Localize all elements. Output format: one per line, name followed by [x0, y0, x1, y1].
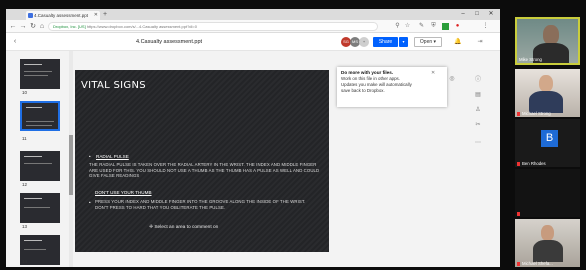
new-tab-button[interactable]: +	[103, 10, 107, 20]
slide-thumbnail[interactable]	[20, 193, 60, 223]
slide-thumbnail-selected[interactable]	[20, 101, 60, 131]
person-icon[interactable]: ♙	[474, 106, 482, 114]
shield-icon[interactable]: ⛨	[430, 23, 437, 30]
close-icon[interactable]: ✕	[431, 70, 435, 76]
slide-number: 11	[22, 136, 27, 141]
slide-number: 12	[22, 182, 28, 187]
browser-window: 4.Casualty assessment.ppt ✕ + – □ ✕ ← → …	[6, 9, 500, 267]
collapse-panel-icon[interactable]: ⇥	[476, 38, 484, 46]
participant-name	[517, 211, 522, 216]
tab-close-icon[interactable]: ✕	[94, 11, 98, 20]
info-icon[interactable]: ⓘ	[474, 76, 482, 84]
participant-face	[541, 225, 554, 241]
add-person-icon[interactable]: +	[359, 37, 369, 47]
participant-name: Michael Shefa...	[517, 261, 553, 266]
zoom-icon[interactable]: ⚲	[394, 23, 401, 30]
red-extension-icon[interactable]: ●	[454, 23, 461, 30]
popup-body: Work on this file in other apps. Updates…	[341, 76, 412, 93]
dropbox-favicon-icon	[28, 13, 33, 18]
mic-muted-icon	[517, 211, 520, 216]
forward-icon[interactable]: →	[18, 20, 28, 33]
participant-face	[539, 75, 553, 92]
video-tile-active[interactable]: Mike Strong	[515, 17, 580, 65]
slide-canvas[interactable]: VITAL SIGNS • Radial Pulse The radial pul…	[75, 70, 329, 252]
mic-muted-icon	[517, 111, 520, 116]
video-tile[interactable]: Michael Strong	[515, 69, 580, 117]
document-title: 4.Casualty assessment.ppt	[136, 39, 203, 45]
share-dropdown-icon[interactable]: ▾	[399, 37, 408, 47]
slide-number: 13	[22, 224, 28, 229]
back-chevron-icon[interactable]: ‹	[10, 33, 20, 51]
participant-body	[533, 240, 563, 262]
do-more-popup: Do more with your files. Work on this fi…	[337, 67, 447, 107]
bookmark-star-icon[interactable]: ☆	[404, 23, 411, 30]
mic-muted-icon	[517, 161, 520, 166]
notification-bell-icon[interactable]: 🔔	[454, 38, 462, 46]
more-icon[interactable]: ⋯	[474, 139, 482, 147]
minimize-button[interactable]: –	[456, 9, 470, 19]
slide-number: 10	[22, 90, 28, 95]
browser-tab[interactable]: 4.Casualty assessment.ppt ✕	[26, 11, 100, 20]
tools-icon[interactable]: ✂	[474, 121, 482, 129]
slide-bullet: •	[89, 200, 91, 205]
slide-heading-thumb: Don't Use Your Thumb	[95, 190, 152, 195]
slide-paragraph-1: The radial pulse is taken over the radia…	[89, 162, 320, 179]
participant-name: Ben Rhodes	[517, 161, 546, 166]
maximize-button[interactable]: □	[470, 9, 484, 19]
green-extension-icon[interactable]	[442, 23, 449, 30]
settings-circle-icon[interactable]: ◎	[448, 75, 456, 83]
comment-icon[interactable]: ▤	[474, 91, 482, 99]
video-tile[interactable]	[515, 169, 580, 217]
participant-name: Michael Strong	[517, 111, 551, 116]
home-icon[interactable]: ⌂	[37, 20, 47, 33]
dropbox-header: ‹ 4.Casualty assessment.ppt SG MS + Shar…	[6, 33, 500, 51]
url-input[interactable]: Dropbox, Inc. [US] https://www.dropbox.c…	[48, 22, 378, 31]
url-text: https://www.dropbox.com/s/...4.Casualty …	[86, 24, 197, 29]
video-tile[interactable]: Michael Shefa...	[515, 219, 580, 267]
tab-bar: 4.Casualty assessment.ppt ✕ + – □ ✕	[6, 9, 500, 20]
back-icon[interactable]: ←	[8, 20, 18, 33]
thumbnail-scrollbar-thumb[interactable]	[69, 135, 73, 195]
tab-title: 4.Casualty assessment.ppt	[34, 13, 89, 18]
menu-icon[interactable]: ⋮	[482, 23, 489, 30]
participant-initial-avatar: B	[541, 130, 558, 147]
slide-paragraph-2: Press your index and middle finger into …	[95, 199, 306, 210]
open-button[interactable]: Open ▾	[414, 37, 442, 47]
share-button[interactable]: Share	[373, 37, 398, 47]
close-window-button[interactable]: ✕	[484, 9, 498, 19]
participant-name: Mike Strong	[519, 57, 542, 62]
extension-icon[interactable]: ✎	[418, 23, 425, 30]
slide-thumbnails-panel: 10 11 12 13 14	[6, 51, 68, 267]
slide-number: 14	[22, 259, 28, 264]
participant-body	[529, 91, 563, 113]
slide-title: VITAL SIGNS	[81, 80, 146, 91]
popup-title: Do more with your files.	[341, 70, 394, 75]
mic-muted-icon	[517, 261, 520, 266]
video-tile[interactable]: B Ben Rhodes	[515, 119, 580, 167]
participant-face	[543, 25, 559, 45]
address-bar-row: ← → ↻ ⌂ Dropbox, Inc. [US] https://www.d…	[6, 20, 500, 33]
site-identity: Dropbox, Inc. [US]	[53, 24, 86, 29]
slide-thumbnail[interactable]	[20, 151, 60, 181]
slide-thumbnail[interactable]	[20, 59, 60, 89]
slide-heading-radial-pulse: • Radial Pulse	[89, 154, 129, 159]
comment-prompt[interactable]: ✛ Select an area to comment on	[149, 225, 218, 230]
